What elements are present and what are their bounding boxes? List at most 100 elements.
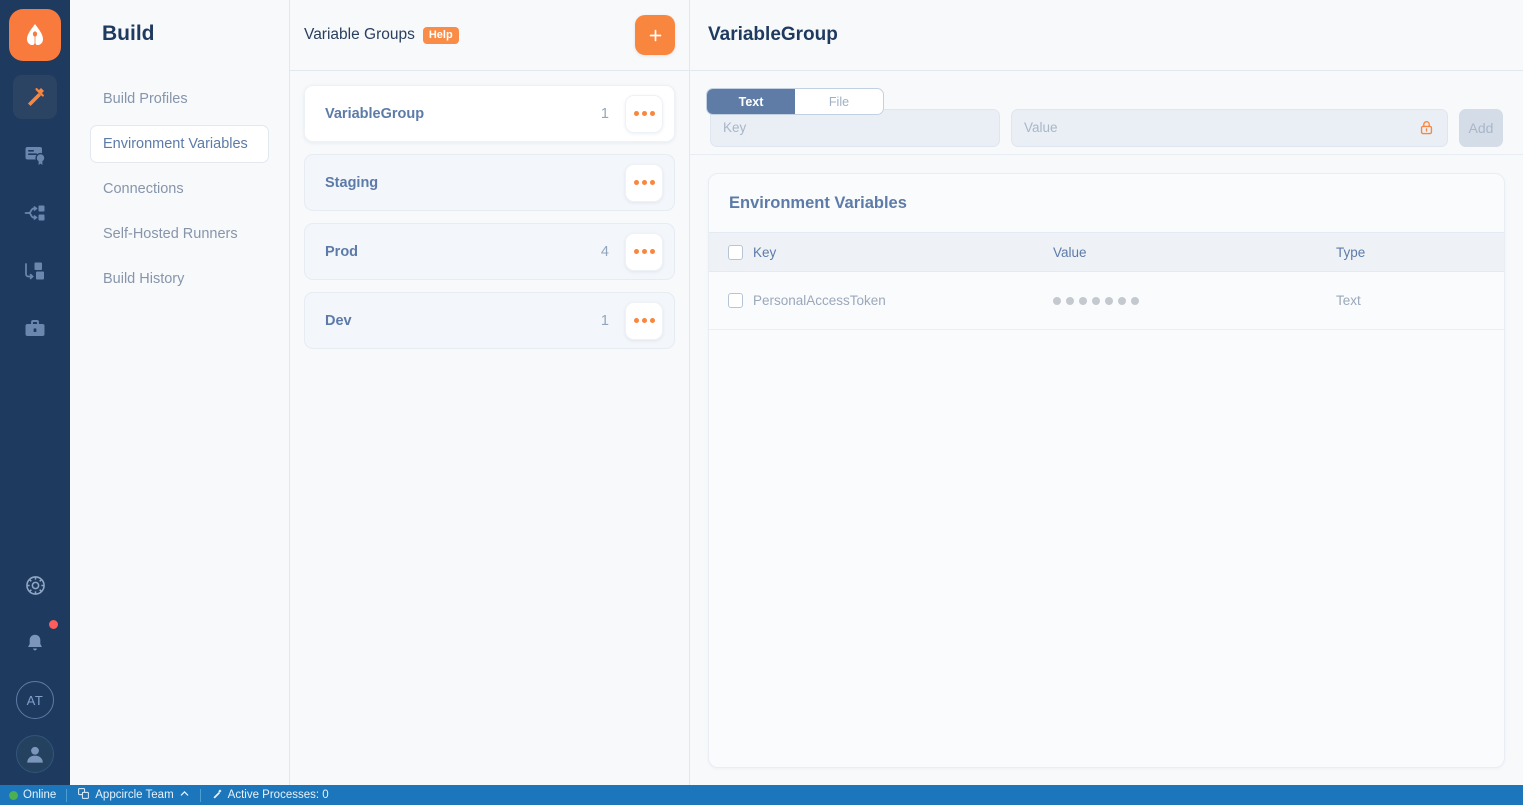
group-count: 1 [600, 105, 609, 122]
add-variable-group-button[interactable] [635, 15, 675, 55]
variable-group-item-prod[interactable]: Prod 4 [304, 223, 675, 280]
group-options-button[interactable] [625, 94, 663, 133]
detail-header: VariableGroup [690, 0, 1523, 71]
status-active-processes[interactable]: Active Processes: 0 [201, 785, 339, 805]
variable-type-tabs: Text File [706, 88, 884, 115]
row-select-cell[interactable] [709, 293, 753, 308]
chevron-up-icon[interactable] [179, 788, 190, 802]
app-root: AT Build Build Profiles Environment Vari… [0, 0, 1523, 805]
kebab-dot [641, 249, 647, 254]
value-input-placeholder: Value [1024, 120, 1058, 135]
mask-dot [1118, 296, 1126, 305]
notification-badge-dot [49, 620, 58, 629]
lock-icon[interactable] [1418, 119, 1435, 136]
column-header-type: Type [1336, 244, 1366, 260]
group-options-button[interactable] [625, 301, 663, 340]
kebab-dot [649, 249, 655, 254]
table-header-row: Key Value Type [709, 232, 1504, 272]
variable-group-item-staging[interactable]: Staging [304, 154, 675, 211]
mask-dot [1066, 296, 1074, 305]
variable-groups-header: Variable Groups Help [290, 0, 689, 71]
appcircle-logo-icon[interactable] [9, 9, 61, 61]
help-badge[interactable]: Help [422, 26, 459, 44]
active-processes-label: Active Processes: 0 [227, 789, 329, 801]
kebab-dot [641, 180, 647, 185]
environment-variables-card: Environment Variables Key Value Type Per… [708, 173, 1505, 768]
user-avatar-icon[interactable] [16, 735, 54, 773]
kebab-dot [649, 111, 655, 116]
gear-icon[interactable] [13, 563, 57, 607]
sidebar-item-label: Connections [103, 181, 184, 197]
group-name: VariableGroup [325, 105, 425, 122]
kebab-dot [649, 180, 655, 185]
organization-icon [77, 787, 90, 803]
rail-item-build[interactable] [13, 75, 57, 119]
sidebar-item-label: Self-Hosted Runners [103, 226, 238, 242]
sidebar-item-connections[interactable]: Connections [90, 170, 269, 208]
variable-group-item-dev[interactable]: Dev 1 [304, 292, 675, 349]
column-header-key: Key [753, 244, 777, 260]
status-bar-rail-notch [0, 780, 70, 785]
rail-item-enterprise-store[interactable] [13, 307, 57, 351]
variable-group-detail-panel: VariableGroup Text File Key Value Add En… [690, 0, 1523, 785]
variable-group-item-variablegroup[interactable]: VariableGroup 1 [304, 85, 675, 142]
sidebar-item-build-profiles[interactable]: Build Profiles [90, 80, 269, 118]
mask-dot [1079, 296, 1087, 305]
sidebar-item-label: Environment Variables [103, 136, 248, 152]
add-variable-button[interactable]: Add [1459, 108, 1503, 147]
bell-icon[interactable] [13, 620, 58, 665]
mask-dot [1092, 296, 1100, 305]
rail-item-distribution[interactable] [13, 191, 57, 235]
sidebar-item-self-hosted-runners[interactable]: Self-Hosted Runners [90, 215, 269, 253]
group-options-button[interactable] [625, 232, 663, 271]
tab-file[interactable]: File [795, 89, 883, 114]
status-connection[interactable]: Online [0, 785, 66, 805]
add-variable-form: Text File Key Value Add [690, 71, 1523, 155]
page-title: Build [102, 22, 155, 45]
group-name: Prod [325, 243, 359, 260]
detail-title: VariableGroup [708, 24, 838, 45]
group-count: 1 [600, 312, 609, 329]
variable-groups-panel: Variable Groups Help VariableGroup 1 Sta… [290, 0, 690, 785]
cell-key: PersonalAccessToken [753, 293, 886, 308]
organization-name: Appcircle Team [95, 789, 174, 801]
status-connection-label: Online [23, 789, 57, 801]
environment-variables-title: Environment Variables [729, 194, 907, 212]
group-name: Dev [325, 312, 352, 329]
kebab-dot [633, 180, 639, 185]
rail-bottom-group: AT [13, 549, 58, 785]
kebab-dot [641, 318, 647, 323]
mask-dot [1105, 296, 1113, 305]
sidebar-item-label: Build Profiles [103, 91, 188, 107]
kebab-dot [633, 318, 639, 323]
row-checkbox[interactable] [727, 293, 743, 308]
rail-item-store-submit[interactable] [13, 249, 57, 293]
masked-value-dots [1053, 296, 1336, 305]
mask-dot [1053, 296, 1061, 305]
kebab-dot [649, 318, 655, 323]
cell-value-masked [1053, 296, 1336, 305]
variable-groups-title: Variable Groups [304, 26, 415, 43]
online-status-icon [9, 790, 18, 800]
org-initials-avatar[interactable]: AT [16, 681, 54, 719]
kebab-dot [633, 111, 639, 116]
rail-item-signing-identity[interactable] [13, 133, 57, 177]
sidebar-item-build-history[interactable]: Build History [90, 260, 269, 298]
cell-type: Text [1336, 293, 1361, 308]
plus-icon [649, 29, 661, 41]
select-all-checkbox[interactable] [727, 244, 743, 260]
build-sidebar: Build Build Profiles Environment Variabl… [70, 0, 290, 785]
column-header-value: Value [1053, 244, 1087, 260]
kebab-dot [641, 111, 647, 116]
group-count: 4 [600, 243, 609, 260]
status-bar: Online Appcircle Team Active Processes: … [0, 780, 1523, 805]
group-name: Staging [325, 174, 379, 191]
mask-dot [1131, 296, 1139, 305]
tab-text[interactable]: Text [707, 89, 795, 114]
value-input[interactable]: Value [1011, 108, 1448, 147]
table-row[interactable]: PersonalAccessToken Text [709, 272, 1504, 330]
select-all-cell[interactable] [709, 244, 753, 260]
status-organization[interactable]: Appcircle Team [67, 785, 199, 805]
group-options-button[interactable] [625, 163, 663, 202]
sidebar-item-environment-variables[interactable]: Environment Variables [90, 125, 269, 163]
